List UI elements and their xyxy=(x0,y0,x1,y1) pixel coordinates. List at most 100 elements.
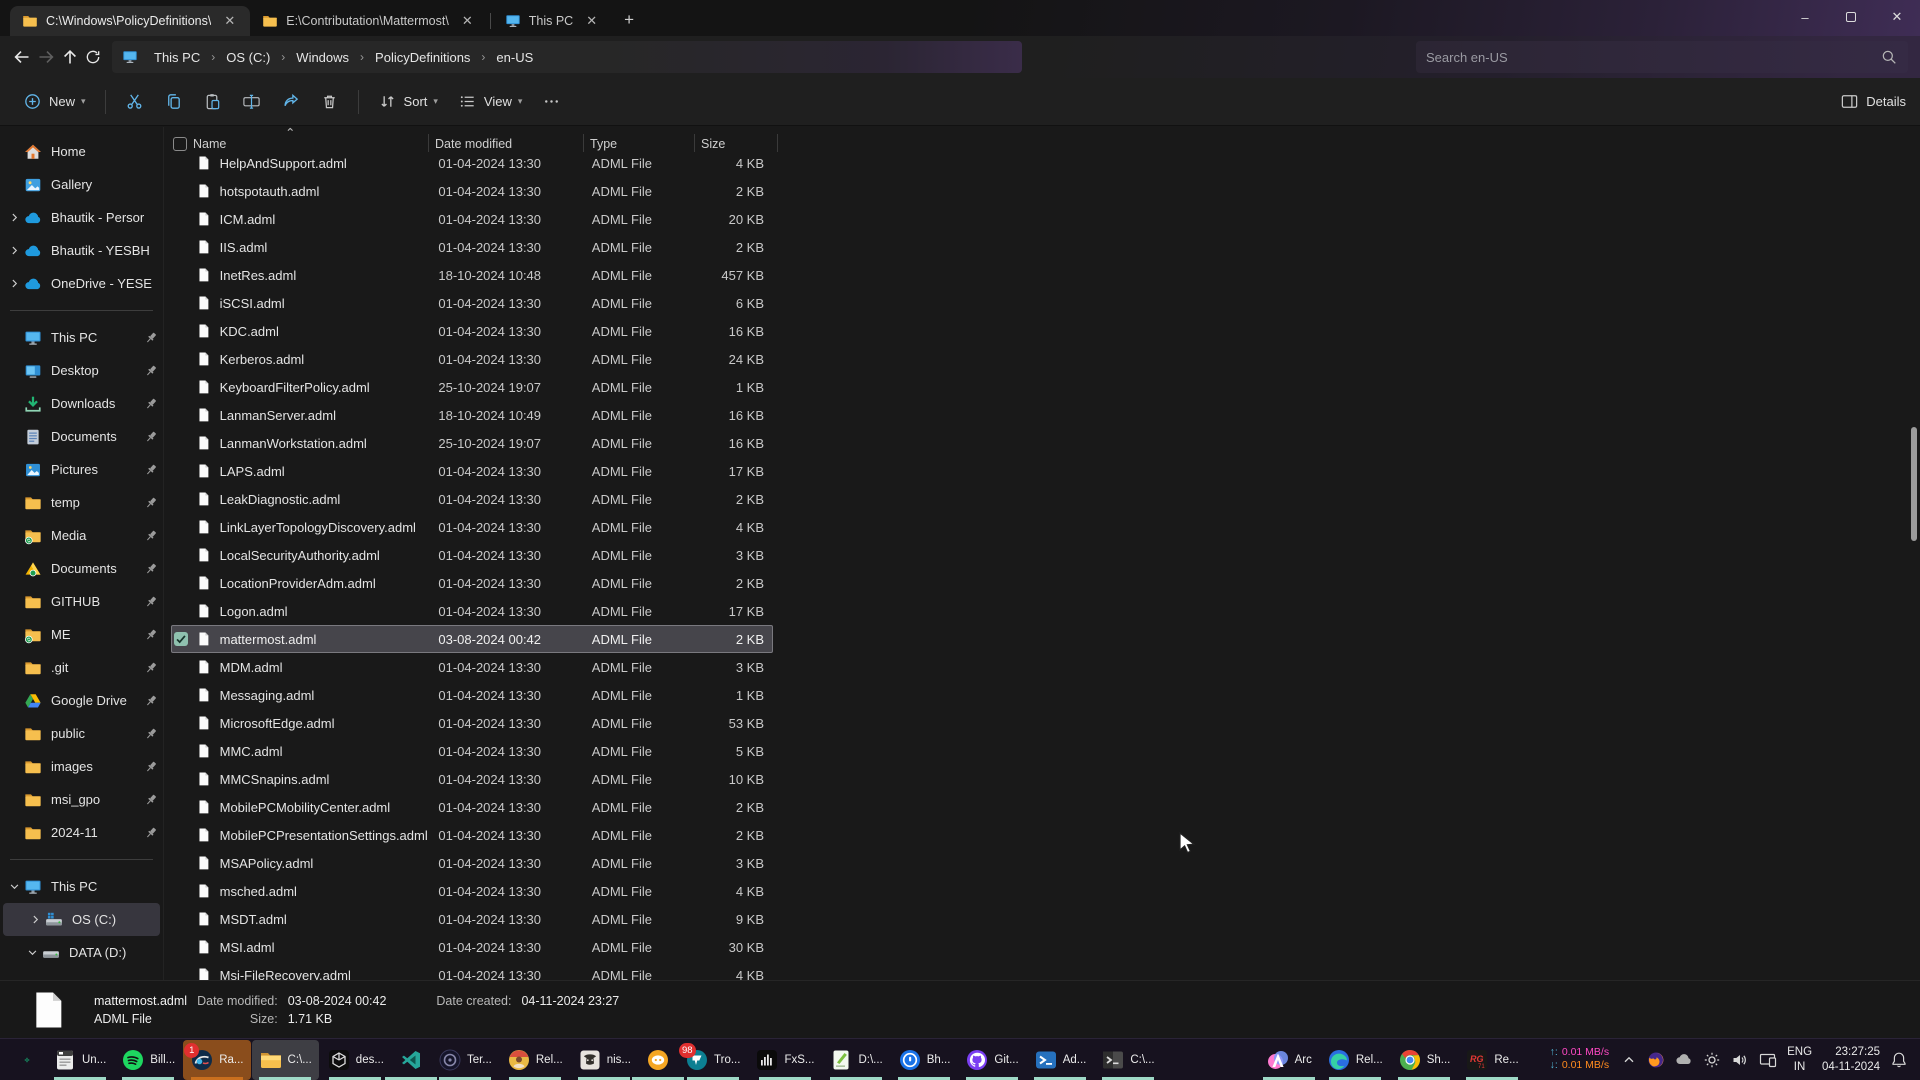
copy-button[interactable] xyxy=(155,85,192,119)
taskbar-app-ra[interactable]: 1Ra... xyxy=(183,1040,250,1080)
minimize-button[interactable]: – xyxy=(1782,0,1828,34)
breadcrumb-segment[interactable]: This PC xyxy=(146,47,208,68)
breadcrumb-chevron-icon[interactable]: › xyxy=(480,50,486,64)
file-row[interactable]: LinkLayerTopologyDiscovery.adml01-04-202… xyxy=(171,513,773,541)
file-row[interactable]: ICM.adml01-04-2024 13:30ADML File20 KB xyxy=(171,205,773,233)
file-row[interactable]: Msi-FileRecovery.adml01-04-2024 13:30ADM… xyxy=(171,961,773,980)
file-row[interactable]: LocationProviderAdm.adml01-04-2024 13:30… xyxy=(171,569,773,597)
sidebar-item-pictures[interactable]: Pictures xyxy=(0,453,163,486)
search-icon[interactable] xyxy=(1880,48,1898,66)
sort-button[interactable]: Sort ▾ xyxy=(369,85,447,119)
taskbar-app-c[interactable]: C:\... xyxy=(252,1040,319,1080)
sidebar-item-github[interactable]: GITHUB xyxy=(0,585,163,618)
taskbar-app-fxs[interactable]: FxS... xyxy=(748,1040,821,1080)
sidebar-item-temp[interactable]: temp xyxy=(0,486,163,519)
sidebar-item-this-pc[interactable]: This PC xyxy=(0,321,163,354)
taskbar-app-d[interactable]: D:\... xyxy=(822,1040,889,1080)
taskbar-app-tro[interactable]: 98Tro... xyxy=(678,1040,747,1080)
file-row[interactable]: MSDT.adml01-04-2024 13:30ADML File9 KB xyxy=(171,905,773,933)
chevron-down-icon[interactable] xyxy=(22,946,42,959)
taskbar-app-git[interactable]: Git... xyxy=(958,1040,1025,1080)
file-row[interactable]: hotspotauth.adml01-04-2024 13:30ADML Fil… xyxy=(171,177,773,205)
column-header-type[interactable]: Type xyxy=(590,137,688,151)
sidebar-item-data-d[interactable]: DATA (D:) xyxy=(0,936,163,969)
chevron-down-icon[interactable] xyxy=(4,880,24,893)
taskbar-app-sh[interactable]: Sh... xyxy=(1391,1040,1458,1080)
file-row[interactable]: KDC.adml01-04-2024 13:30ADML File16 KB xyxy=(171,317,773,345)
breadcrumb-segment[interactable]: en-US xyxy=(488,47,541,68)
tab-close-icon[interactable]: ✕ xyxy=(581,12,602,30)
taskbar-app-des[interactable]: des... xyxy=(320,1040,391,1080)
sidebar-item-os-c[interactable]: OS (C:) xyxy=(3,903,160,936)
breadcrumb-segment[interactable]: Windows xyxy=(288,47,357,68)
file-row[interactable]: LAPS.adml01-04-2024 13:30ADML File17 KB xyxy=(171,457,773,485)
brightness-icon[interactable] xyxy=(1703,1051,1721,1069)
chevron-right-icon[interactable] xyxy=(4,211,24,224)
search-box[interactable] xyxy=(1416,41,1908,73)
clock[interactable]: 23:27:25 04-11-2024 xyxy=(1822,1045,1880,1075)
sidebar-item-me[interactable]: ME xyxy=(0,618,163,651)
file-row[interactable]: LocalSecurityAuthority.adml01-04-2024 13… xyxy=(171,541,773,569)
sidebar-item-images[interactable]: images xyxy=(0,750,163,783)
tab-policydefinitions[interactable]: C:\Windows\PolicyDefinitions\ ✕ xyxy=(10,6,250,36)
language-indicator[interactable]: ENG IN xyxy=(1787,1045,1812,1074)
sidebar-item-trash-1000[interactable]: Trash-1000 xyxy=(0,969,163,980)
new-tab-button[interactable]: + xyxy=(612,10,646,36)
taskbar-app-c[interactable]: C:\... xyxy=(1094,1040,1161,1080)
tab-close-icon[interactable]: ✕ xyxy=(457,12,478,30)
tab-close-icon[interactable]: ✕ xyxy=(219,12,240,30)
file-row[interactable]: Messaging.adml01-04-2024 13:30ADML File1… xyxy=(171,681,773,709)
sidebar-item-downloads[interactable]: Downloads xyxy=(0,387,163,420)
sidebar-item-this-pc[interactable]: This PC xyxy=(0,870,163,903)
breadcrumb-chevron-icon[interactable]: › xyxy=(280,50,286,64)
cast-device-icon[interactable] xyxy=(1759,1051,1777,1069)
start-button[interactable] xyxy=(14,1047,40,1073)
taskbar-app-un[interactable]: Un... xyxy=(46,1040,113,1080)
taskbar-app-rel[interactable]: Rel... xyxy=(500,1040,570,1080)
view-button[interactable]: View ▾ xyxy=(449,85,531,119)
taskbar-app-bill[interactable]: Bill... xyxy=(114,1040,182,1080)
refresh-button[interactable] xyxy=(84,48,102,66)
file-row[interactable]: mattermost.adml03-08-2024 00:42ADML File… xyxy=(171,625,773,653)
breadcrumb-segment[interactable]: PolicyDefinitions xyxy=(367,47,478,68)
file-row[interactable]: LanmanServer.adml18-10-2024 10:49ADML Fi… xyxy=(171,401,773,429)
maximize-button[interactable] xyxy=(1828,0,1874,34)
file-row[interactable]: iSCSI.adml01-04-2024 13:30ADML File6 KB xyxy=(171,289,773,317)
breadcrumb-segment[interactable]: OS (C:) xyxy=(218,47,278,68)
file-row[interactable]: Kerberos.adml01-04-2024 13:30ADML File24… xyxy=(171,345,773,373)
sidebar-item-public[interactable]: public xyxy=(0,717,163,750)
file-row[interactable]: LanmanWorkstation.adml25-10-2024 19:07AD… xyxy=(171,429,773,457)
sidebar-item-documents[interactable]: Documents xyxy=(0,552,163,585)
file-row[interactable]: MDM.adml01-04-2024 13:30ADML File3 KB xyxy=(171,653,773,681)
column-header-size[interactable]: Size xyxy=(701,137,771,151)
file-row[interactable]: InetRes.adml18-10-2024 10:48ADML File457… xyxy=(171,261,773,289)
taskbar-app-vscode[interactable] xyxy=(392,1040,430,1080)
paste-button[interactable] xyxy=(194,85,231,119)
close-button[interactable]: ✕ xyxy=(1874,0,1920,34)
taskbar-app-nis[interactable]: nis... xyxy=(571,1040,638,1080)
taskbar-app-rel[interactable]: Rel... xyxy=(1320,1040,1390,1080)
sidebar-item-bhautik-persor[interactable]: Bhautik - Persor xyxy=(0,201,163,234)
sidebar-item-msi-gpo[interactable]: msi_gpo xyxy=(0,783,163,816)
file-row[interactable]: Logon.adml01-04-2024 13:30ADML File17 KB xyxy=(171,597,773,625)
sidebar-item-2024-11[interactable]: 2024-11 xyxy=(0,816,163,849)
sidebar-item-git[interactable]: .git xyxy=(0,651,163,684)
back-button[interactable] xyxy=(12,47,32,67)
sidebar-item-media[interactable]: Media xyxy=(0,519,163,552)
taskbar-app-discord[interactable] xyxy=(639,1040,677,1080)
rename-button[interactable] xyxy=(233,85,270,119)
tab-this-pc[interactable]: This PC ✕ xyxy=(493,6,612,36)
cut-button[interactable] xyxy=(116,85,153,119)
breadcrumb-chevron-icon[interactable]: › xyxy=(359,50,365,64)
delete-button[interactable] xyxy=(311,85,348,119)
network-speed-widget[interactable]: ↑:0.01 MB/s ↓:0.01 MB/s xyxy=(1550,1047,1609,1071)
chevron-right-icon[interactable] xyxy=(4,277,24,290)
details-pane-label[interactable]: Details xyxy=(1866,94,1906,109)
file-row[interactable]: MSAPolicy.adml01-04-2024 13:30ADML File3… xyxy=(171,849,773,877)
chevron-right-icon[interactable] xyxy=(4,244,24,257)
column-header-name[interactable]: Name ⌃ xyxy=(173,137,422,151)
share-button[interactable] xyxy=(272,85,309,119)
sidebar-item-home[interactable]: Home xyxy=(0,135,163,168)
taskbar-app-bh[interactable]: Bh... xyxy=(891,1040,958,1080)
chevron-right-icon[interactable] xyxy=(25,913,45,926)
